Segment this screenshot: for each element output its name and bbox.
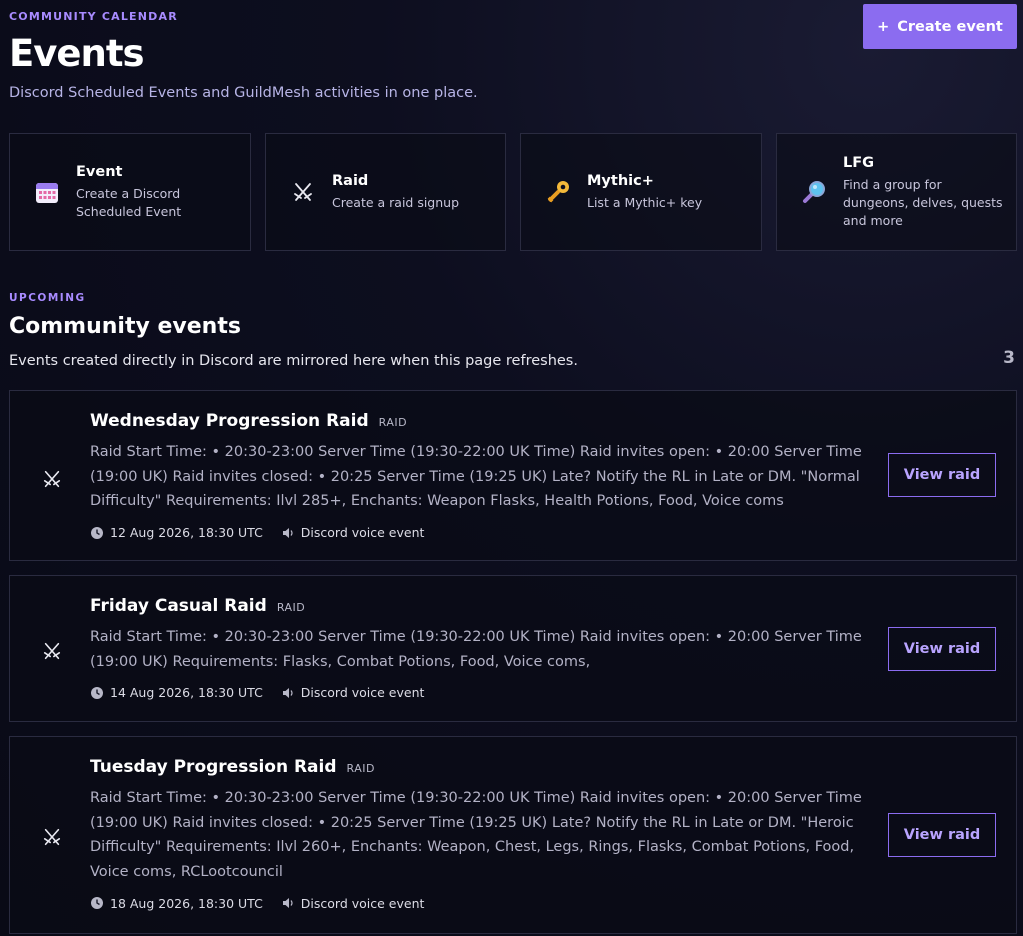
- event-date: 14 Aug 2026, 18:30 UTC: [110, 685, 263, 701]
- event-location: Discord voice event: [300, 685, 425, 701]
- page-subtitle: Discord Scheduled Events and GuildMesh a…: [9, 85, 478, 101]
- speaker-icon: [282, 527, 293, 538]
- quick-action-desc: Create a Discord Scheduled Event: [76, 185, 182, 219]
- speaker-icon: [282, 898, 293, 909]
- event-description: Raid Start Time: • 20:30-23:00 Server Ti…: [90, 790, 862, 881]
- event-type-badge: RAID: [346, 762, 375, 775]
- event-card: Wednesday Progression Raid RAID Raid Sta…: [9, 390, 1017, 561]
- quick-action-lfg[interactable]: LFG Find a group for dungeons, delves, q…: [776, 133, 1017, 251]
- event-type-badge: RAID: [378, 416, 408, 429]
- event-description: Raid Start Time: • 20:30-23:00 Server Ti…: [90, 629, 862, 670]
- event-title: Friday Casual Raid: [90, 596, 267, 616]
- crossed-swords-icon: [38, 637, 66, 665]
- quick-action-event[interactable]: Event Create a Discord Scheduled Event: [9, 133, 251, 251]
- event-date: 12 Aug 2026, 18:30 UTC: [110, 525, 263, 541]
- clock-icon: [91, 526, 103, 539]
- page-title: Events: [9, 32, 145, 75]
- event-card: Friday Casual Raid RAID Raid Start Time:…: [9, 575, 1017, 722]
- crossed-swords-icon: [38, 465, 66, 493]
- upcoming-eyebrow: UPCOMING: [9, 292, 86, 304]
- quick-action-title: Mythic+: [587, 172, 654, 189]
- event-type-badge: RAID: [276, 601, 306, 614]
- event-title: Tuesday Progression Raid: [90, 757, 337, 777]
- quick-action-desc: List a Mythic+ key: [587, 194, 703, 210]
- event-date: 18 Aug 2026, 18:30 UTC: [110, 895, 263, 911]
- plus-icon: +: [877, 18, 890, 35]
- view-raid-button[interactable]: View raid: [888, 453, 996, 497]
- magnifier-icon: [799, 177, 829, 207]
- event-count: 3: [1003, 348, 1015, 368]
- event-card: Tuesday Progression Raid RAID Raid Start…: [9, 736, 1017, 934]
- section-title: Community events: [9, 314, 241, 339]
- key-icon: [543, 177, 573, 207]
- quick-action-desc: Create a raid signup: [332, 194, 460, 210]
- event-location: Discord voice event: [300, 895, 425, 911]
- create-event-button[interactable]: + Create event: [863, 4, 1017, 49]
- create-event-label: Create event: [897, 18, 1003, 35]
- view-raid-button[interactable]: View raid: [888, 813, 996, 857]
- view-raid-button[interactable]: View raid: [888, 627, 996, 671]
- event-description: Raid Start Time: • 20:30-23:00 Server Ti…: [90, 444, 862, 510]
- clock-icon: [91, 686, 103, 699]
- page-eyebrow: COMMUNITY CALENDAR: [9, 10, 178, 23]
- clock-icon: [91, 897, 103, 910]
- speaker-icon: [282, 687, 293, 698]
- section-description: Events created directly in Discord are m…: [9, 353, 578, 369]
- quick-actions: Event Create a Discord Scheduled Event R…: [9, 133, 1017, 251]
- quick-action-raid[interactable]: Raid Create a raid signup: [265, 133, 506, 251]
- event-title: Wednesday Progression Raid: [90, 411, 369, 431]
- event-location: Discord voice event: [300, 525, 425, 541]
- quick-action-mythic-plus[interactable]: Mythic+ List a Mythic+ key: [520, 133, 762, 251]
- calendar-icon: [32, 177, 62, 207]
- quick-action-title: Event: [76, 163, 123, 180]
- quick-action-desc: Find a group for dungeons, delves, quest…: [843, 176, 1003, 228]
- crossed-swords-icon: [38, 823, 66, 851]
- quick-action-title: Raid: [332, 172, 369, 189]
- crossed-swords-icon: [288, 177, 318, 207]
- quick-action-title: LFG: [843, 154, 875, 171]
